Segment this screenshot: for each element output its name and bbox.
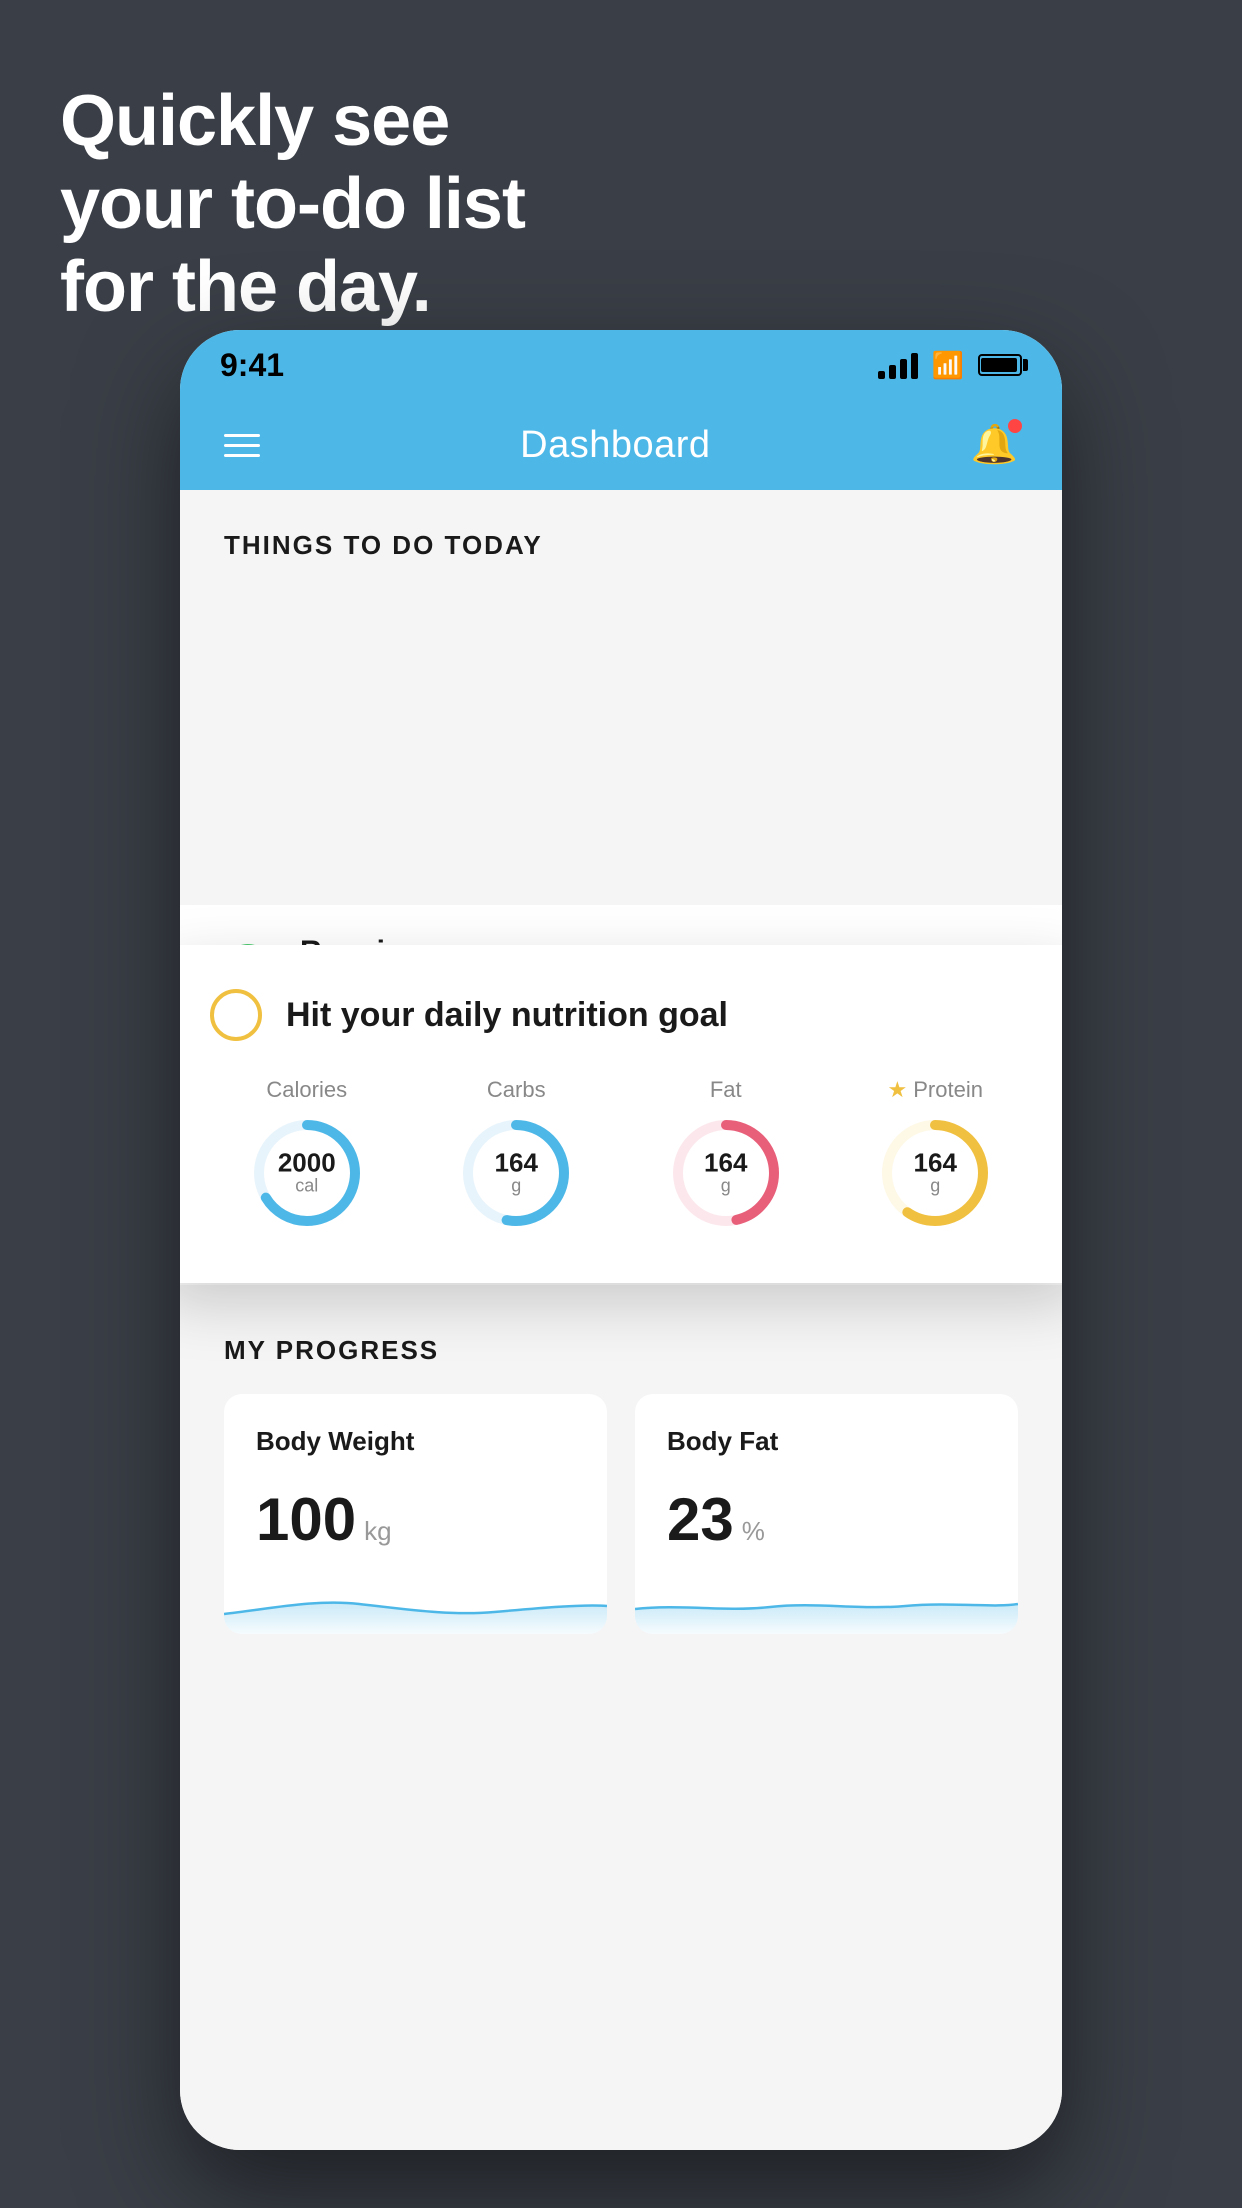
progress-cards: Body Weight 100 kg (224, 1394, 1018, 1634)
status-bar: 9:41 📶 (180, 330, 1062, 400)
status-icons: 📶 (878, 350, 1022, 381)
progress-section: MY PROGRESS Body Weight 100 kg (180, 1285, 1062, 1674)
hamburger-line (224, 434, 260, 437)
notification-bell[interactable]: 🔔 (971, 423, 1018, 467)
nutrient-fat: Fat 164 g (666, 1077, 786, 1233)
status-time: 9:41 (220, 347, 284, 384)
body-weight-card: Body Weight 100 kg (224, 1394, 607, 1634)
carbs-value: 164 (495, 1150, 538, 1176)
fat-unit: g (704, 1176, 747, 1197)
wifi-icon: 📶 (932, 350, 964, 381)
body-fat-unit: % (742, 1516, 765, 1547)
protein-donut: 164 g (875, 1113, 995, 1233)
notification-dot (1008, 419, 1022, 433)
nutrient-calories: Calories 2000 cal (247, 1077, 367, 1233)
carbs-donut: 164 g (456, 1113, 576, 1233)
protein-value: 164 (914, 1150, 957, 1176)
body-weight-unit: kg (364, 1516, 391, 1547)
content-area: THINGS TO DO TODAY Hit your daily nutrit… (180, 490, 1062, 2150)
nutrients-row: Calories 2000 cal (210, 1077, 1032, 1233)
calories-donut: 2000 cal (247, 1113, 367, 1233)
card-header: Hit your daily nutrition goal (210, 989, 1032, 1041)
things-section-header: THINGS TO DO TODAY (180, 490, 1062, 561)
nutrient-protein: ★ Protein 164 g (875, 1077, 995, 1233)
calories-unit: cal (278, 1176, 336, 1197)
hamburger-line (224, 454, 260, 457)
body-fat-card: Body Fat 23 % (635, 1394, 1018, 1634)
nutrient-carbs-label: Carbs (487, 1077, 546, 1103)
body-weight-value: 100 (256, 1485, 356, 1554)
body-fat-value: 23 (667, 1485, 734, 1554)
nutrition-card: Hit your daily nutrition goal Calories (180, 945, 1062, 1283)
fat-donut: 164 g (666, 1113, 786, 1233)
body-weight-chart (224, 1574, 607, 1634)
battery-icon (978, 354, 1022, 376)
page-title: Dashboard (520, 424, 710, 467)
todo-section: Hit your daily nutrition goal Calories (180, 585, 1062, 1285)
body-fat-chart (635, 1574, 1018, 1634)
hamburger-line (224, 444, 260, 447)
progress-section-title: MY PROGRESS (224, 1335, 1018, 1366)
body-fat-title: Body Fat (667, 1426, 986, 1457)
todo-circle-nutrition (210, 989, 262, 1041)
hamburger-menu[interactable] (224, 434, 260, 457)
nutrient-protein-label: ★ Protein (888, 1077, 983, 1103)
app-header: Dashboard 🔔 (180, 400, 1062, 490)
things-section-title: THINGS TO DO TODAY (224, 530, 1018, 561)
nutrient-carbs: Carbs 164 g (456, 1077, 576, 1233)
nutrient-fat-label: Fat (710, 1077, 742, 1103)
fat-value: 164 (704, 1150, 747, 1176)
headline: Quickly see your to-do list for the day. (60, 80, 525, 328)
nutrient-calories-label: Calories (266, 1077, 347, 1103)
nutrition-card-title: Hit your daily nutrition goal (286, 996, 728, 1035)
calories-value: 2000 (278, 1150, 336, 1176)
body-weight-title: Body Weight (256, 1426, 575, 1457)
carbs-unit: g (495, 1176, 538, 1197)
protein-unit: g (914, 1176, 957, 1197)
phone-mockup: 9:41 📶 Dashboard 🔔 (180, 330, 1062, 2150)
star-icon: ★ (888, 1077, 908, 1103)
signal-icon (878, 351, 918, 379)
